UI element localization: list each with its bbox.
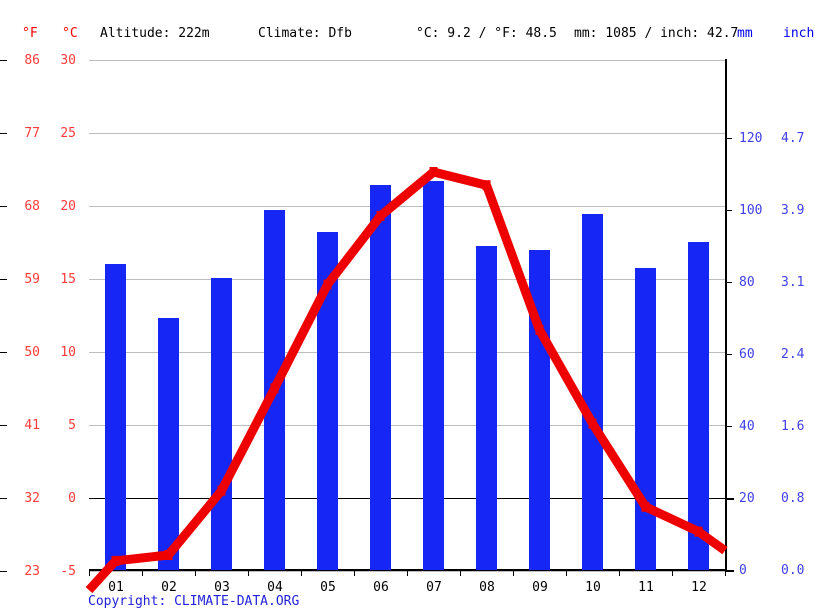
copyright-notice: Copyright: CLIMATE-DATA.ORG (88, 594, 300, 609)
right-axis-label-inch: 3.1 (781, 275, 805, 290)
header-altitude: Altitude: 222m (100, 26, 210, 41)
right-axis-label-mm: 120 (739, 131, 763, 146)
precipitation-bar[interactable] (317, 232, 338, 570)
gridline (89, 60, 725, 61)
climate-chart: °F °C Altitude: 222m Climate: Dfb °C: 9.… (0, 0, 815, 611)
left-axis-tick (0, 571, 7, 572)
x-axis-tick (354, 569, 355, 576)
right-axis-label-inch: 0.0 (781, 563, 805, 578)
precipitation-bar[interactable] (370, 185, 391, 570)
x-axis-month-label: 04 (267, 580, 283, 595)
x-axis-month-label: 02 (161, 580, 177, 595)
left-axis-tick (0, 425, 7, 426)
x-axis-month-label: 01 (108, 580, 124, 595)
left-axis-tick (0, 60, 7, 61)
left-axis-label-celsius: 10 (60, 345, 76, 360)
temperature-data-point[interactable] (482, 180, 491, 191)
right-axis-label-inch: 4.7 (781, 131, 805, 146)
left-axis-tick (0, 206, 7, 207)
precipitation-bar[interactable] (688, 242, 709, 570)
left-axis-label-celsius: 25 (60, 126, 76, 141)
left-axis-label-fahrenheit: 32 (24, 491, 40, 506)
header-unit-inch: inch (783, 26, 815, 41)
x-axis-tick (195, 569, 196, 576)
right-axis-label-inch: 1.6 (781, 419, 805, 434)
header-average-temperature: °C: 9.2 / °F: 48.5 (416, 26, 557, 41)
right-axis-label-mm: 80 (739, 275, 755, 290)
header-unit-celsius: °C (62, 26, 78, 41)
left-axis-label-celsius: -5 (60, 564, 76, 579)
x-axis-month-label: 03 (214, 580, 230, 595)
x-axis-month-label: 09 (532, 580, 548, 595)
precipitation-bar[interactable] (635, 268, 656, 570)
left-axis-label-celsius: 20 (60, 199, 76, 214)
temperature-data-point[interactable] (429, 167, 438, 177)
x-axis-tick (142, 569, 143, 576)
x-axis-tick (301, 569, 302, 576)
gridline (89, 206, 725, 207)
x-axis-tick (407, 569, 408, 576)
left-axis-label-fahrenheit: 86 (24, 53, 40, 68)
left-axis-label-fahrenheit: 59 (24, 272, 40, 287)
left-axis-tick (0, 279, 7, 280)
gridline (89, 352, 725, 353)
gridline (89, 133, 725, 134)
x-axis-month-label: 11 (638, 580, 654, 595)
x-axis-month-label: 08 (479, 580, 495, 595)
x-axis-month-label: 10 (585, 580, 601, 595)
precipitation-bar[interactable] (423, 181, 444, 570)
precipitation-bar[interactable] (264, 210, 285, 570)
left-axis-tick (0, 498, 7, 499)
gridline (89, 425, 725, 426)
left-axis-label-celsius: 15 (60, 272, 76, 287)
x-axis-tick (89, 569, 90, 576)
right-axis-label-mm: 100 (739, 203, 763, 218)
right-axis-label-inch: 0.8 (781, 491, 805, 506)
x-axis-tick (248, 569, 249, 576)
x-axis-month-label: 12 (691, 580, 707, 595)
header-unit-fahrenheit: °F (22, 26, 38, 41)
x-axis-tick (672, 569, 673, 576)
right-axis-label-mm: 60 (739, 347, 755, 362)
zero-gridline (89, 498, 725, 499)
x-axis-tick (460, 569, 461, 576)
precipitation-bar[interactable] (211, 278, 232, 570)
precipitation-bar[interactable] (476, 246, 497, 570)
left-axis-label-celsius: 30 (60, 53, 76, 68)
x-axis-month-label: 05 (320, 580, 336, 595)
left-axis-label-fahrenheit: 41 (24, 418, 40, 433)
x-axis-tick (566, 569, 567, 576)
left-axis-label-fahrenheit: 77 (24, 126, 40, 141)
header-unit-mm: mm (737, 26, 753, 41)
left-axis-label-fahrenheit: 23 (24, 564, 40, 579)
precipitation-bar[interactable] (582, 214, 603, 570)
left-axis-label-fahrenheit: 68 (24, 199, 40, 214)
right-axis-label-inch: 2.4 (781, 347, 805, 362)
left-axis-tick (0, 352, 7, 353)
header-climate: Climate: Dfb (258, 26, 352, 41)
right-axis-line (725, 59, 727, 571)
gridline (89, 279, 725, 280)
right-axis-label-mm: 40 (739, 419, 755, 434)
x-axis-tick (513, 569, 514, 576)
left-axis-label-celsius: 5 (68, 418, 76, 433)
x-axis-month-label: 06 (373, 580, 389, 595)
right-axis-label-inch: 3.9 (781, 203, 805, 218)
left-axis-label-celsius: 0 (68, 491, 76, 506)
precipitation-bar[interactable] (105, 264, 126, 570)
precipitation-bar[interactable] (529, 250, 550, 570)
left-axis-tick (0, 133, 7, 134)
right-axis-label-mm: 0 (739, 563, 747, 578)
x-axis-month-label: 07 (426, 580, 442, 595)
right-axis-label-mm: 20 (739, 491, 755, 506)
precipitation-bar[interactable] (158, 318, 179, 570)
x-axis-tick (725, 569, 726, 576)
left-axis-label-fahrenheit: 50 (24, 345, 40, 360)
x-axis-tick (619, 569, 620, 576)
header-annual-precipitation: mm: 1085 / inch: 42.7 (574, 26, 739, 41)
